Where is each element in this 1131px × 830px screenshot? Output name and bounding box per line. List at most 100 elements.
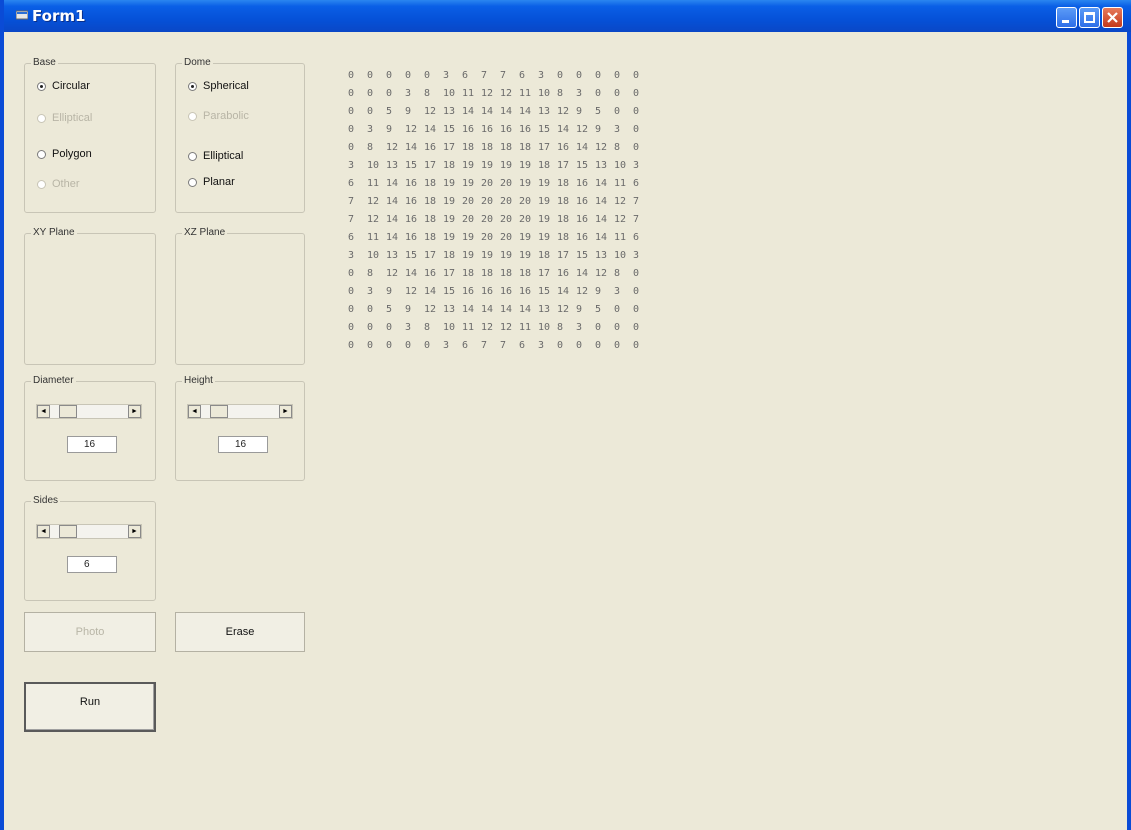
grid-cell: 19 bbox=[519, 232, 532, 243]
grid-cell: 13 bbox=[595, 160, 608, 171]
grid-cell: 12 bbox=[557, 304, 570, 315]
grid-cell: 16 bbox=[424, 142, 437, 153]
grid-cell: 3 bbox=[576, 322, 583, 333]
grid-cell: 18 bbox=[500, 142, 513, 153]
grid-cell: 3 bbox=[348, 250, 355, 261]
grid-cell: 8 bbox=[614, 268, 621, 279]
scroll-left-icon[interactable]: ◄ bbox=[37, 405, 50, 418]
grid-cell: 0 bbox=[367, 340, 374, 351]
grid-cell: 0 bbox=[614, 88, 621, 99]
dome-group: Dome Spherical Parabolic Elliptical Plan… bbox=[175, 57, 305, 213]
grid-cell: 12 bbox=[367, 196, 380, 207]
grid-cell: 0 bbox=[633, 304, 640, 315]
grid-cell: 0 bbox=[595, 88, 602, 99]
base-elliptical-radio[interactable]: Elliptical bbox=[37, 110, 92, 126]
sides-value-box[interactable]: 6 bbox=[67, 556, 117, 573]
dome-parabolic-radio[interactable]: Parabolic bbox=[188, 108, 249, 124]
erase-button[interactable]: Erase bbox=[175, 612, 305, 652]
diameter-value-box[interactable]: 16 bbox=[67, 436, 117, 453]
radio-label: Circular bbox=[52, 80, 90, 92]
grid-cell: 7 bbox=[481, 70, 488, 81]
dome-spherical-radio[interactable]: Spherical bbox=[188, 78, 249, 94]
grid-cell: 20 bbox=[500, 214, 513, 225]
grid-cell: 18 bbox=[462, 142, 475, 153]
grid-cell: 9 bbox=[576, 106, 583, 117]
grid-row: 0 0 0 0 0 3 6 7 7 6 3 0 0 0 0 0 bbox=[348, 340, 652, 358]
minimize-button[interactable] bbox=[1056, 7, 1077, 28]
radio-icon bbox=[188, 177, 197, 187]
radio-label: Elliptical bbox=[203, 150, 244, 162]
scroll-right-icon[interactable]: ► bbox=[128, 525, 141, 538]
dome-planar-radio[interactable]: Planar bbox=[188, 174, 235, 190]
maximize-button[interactable] bbox=[1079, 7, 1100, 28]
grid-cell: 15 bbox=[576, 160, 589, 171]
grid-cell: 0 bbox=[595, 322, 602, 333]
radio-label: Other bbox=[52, 178, 80, 190]
scroll-thumb[interactable] bbox=[210, 405, 228, 418]
grid-cell: 19 bbox=[462, 178, 475, 189]
close-icon bbox=[1107, 12, 1118, 23]
grid-cell: 0 bbox=[424, 340, 431, 351]
grid-cell: 3 bbox=[443, 340, 450, 351]
grid-row: 3 10 13 15 17 18 19 19 19 19 18 17 15 13 10 3 bbox=[348, 160, 652, 178]
scroll-thumb[interactable] bbox=[59, 525, 77, 538]
grid-cell: 7 bbox=[500, 70, 507, 81]
grid-cell: 16 bbox=[424, 268, 437, 279]
title-bar[interactable]: Form1 bbox=[4, 0, 1131, 32]
grid-cell: 11 bbox=[462, 322, 475, 333]
sides-scrollbar[interactable]: ◄ ► bbox=[36, 524, 142, 539]
grid-cell: 8 bbox=[614, 142, 621, 153]
scroll-left-icon[interactable]: ◄ bbox=[188, 405, 201, 418]
base-other-radio[interactable]: Other bbox=[37, 176, 80, 192]
grid-cell: 14 bbox=[595, 232, 608, 243]
run-button[interactable]: Run bbox=[24, 682, 156, 732]
base-polygon-radio[interactable]: Polygon bbox=[37, 146, 92, 162]
grid-cell: 14 bbox=[519, 304, 532, 315]
grid-cell: 8 bbox=[557, 88, 564, 99]
grid-cell: 17 bbox=[538, 268, 551, 279]
grid-cell: 19 bbox=[519, 160, 532, 171]
grid-cell: 0 bbox=[614, 304, 621, 315]
grid-cell: 13 bbox=[386, 250, 399, 261]
grid-cell: 12 bbox=[614, 214, 627, 225]
scroll-left-icon[interactable]: ◄ bbox=[37, 525, 50, 538]
dome-elliptical-radio[interactable]: Elliptical bbox=[188, 148, 243, 164]
grid-cell: 0 bbox=[367, 88, 374, 99]
photo-button[interactable]: Photo bbox=[24, 612, 156, 652]
grid-cell: 0 bbox=[386, 322, 393, 333]
grid-cell: 3 bbox=[614, 124, 621, 135]
grid-cell: 8 bbox=[557, 322, 564, 333]
grid-cell: 19 bbox=[462, 250, 475, 261]
grid-cell: 0 bbox=[633, 322, 640, 333]
sides-legend: Sides bbox=[31, 495, 61, 507]
grid-cell: 18 bbox=[538, 250, 551, 261]
height-value-box[interactable]: 16 bbox=[218, 436, 268, 453]
grid-cell: 18 bbox=[538, 160, 551, 171]
grid-cell: 20 bbox=[481, 196, 494, 207]
scroll-right-icon[interactable]: ► bbox=[279, 405, 292, 418]
base-circular-radio[interactable]: Circular bbox=[37, 78, 90, 94]
scroll-thumb[interactable] bbox=[59, 405, 77, 418]
grid-cell: 18 bbox=[519, 268, 532, 279]
window-title: Form1 bbox=[32, 7, 86, 25]
grid-cell: 0 bbox=[348, 322, 355, 333]
diameter-scrollbar[interactable]: ◄ ► bbox=[36, 404, 142, 419]
grid-cell: 11 bbox=[519, 88, 532, 99]
close-button[interactable] bbox=[1102, 7, 1123, 28]
grid-cell: 8 bbox=[367, 142, 374, 153]
grid-cell: 0 bbox=[405, 340, 412, 351]
grid-cell: 11 bbox=[519, 322, 532, 333]
grid-cell: 14 bbox=[576, 142, 589, 153]
grid-row: 7 12 14 16 18 19 20 20 20 20 19 18 16 14 12 7 bbox=[348, 214, 652, 232]
grid-cell: 12 bbox=[557, 106, 570, 117]
grid-cell: 20 bbox=[462, 214, 475, 225]
grid-cell: 19 bbox=[519, 250, 532, 261]
sides-group: Sides ◄ ► 6 bbox=[24, 495, 156, 601]
height-scrollbar[interactable]: ◄ ► bbox=[187, 404, 293, 419]
grid-cell: 0 bbox=[633, 340, 640, 351]
grid-cell: 0 bbox=[633, 286, 640, 297]
radio-icon bbox=[188, 151, 197, 161]
scroll-right-icon[interactable]: ► bbox=[128, 405, 141, 418]
grid-cell: 6 bbox=[633, 232, 640, 243]
xz-plane-legend: XZ Plane bbox=[182, 227, 228, 239]
